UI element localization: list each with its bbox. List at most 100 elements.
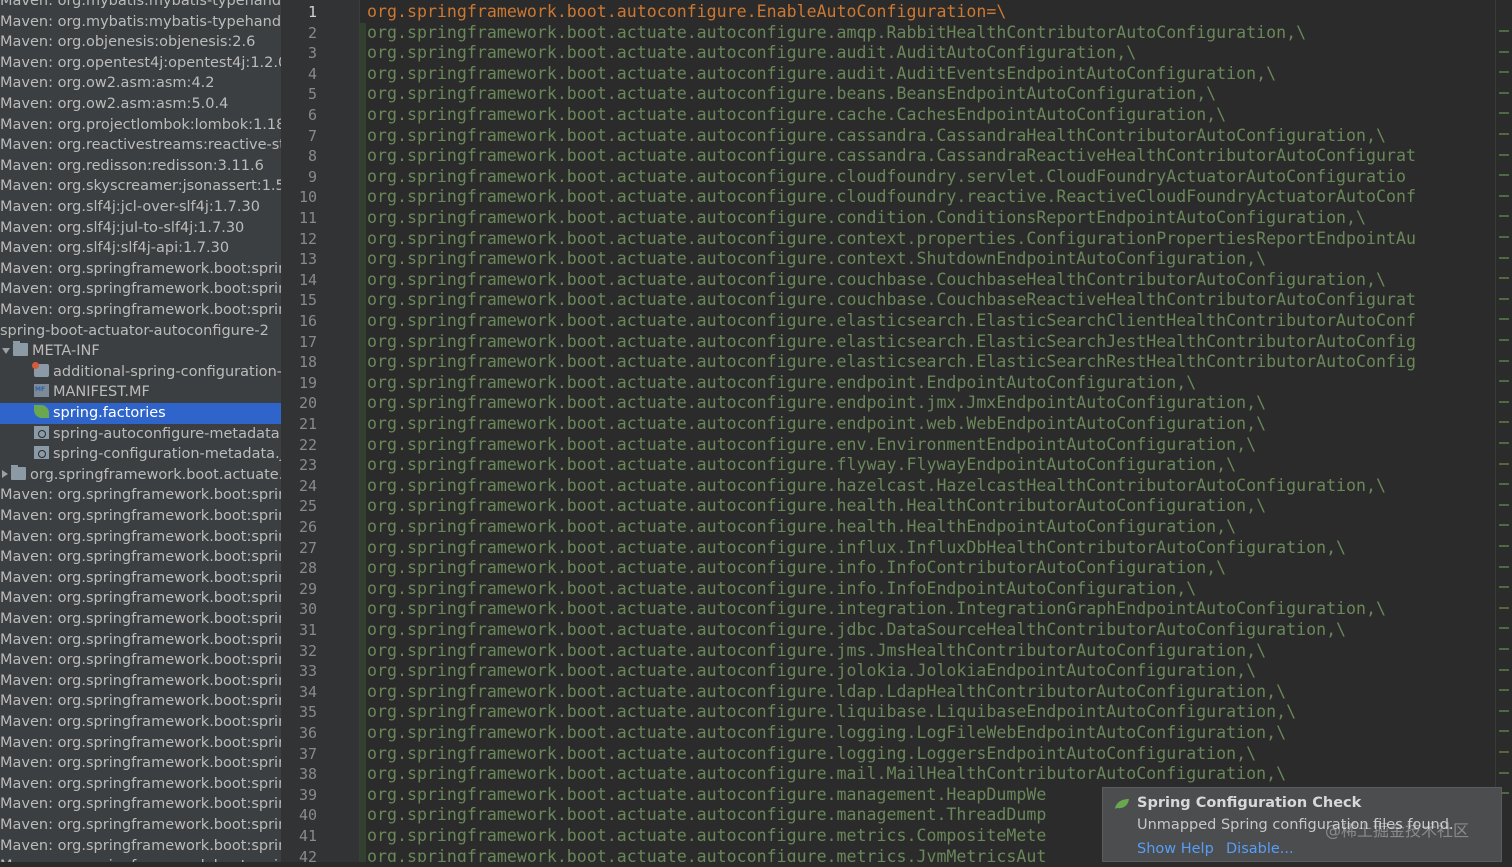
stripe-marker[interactable] — [1499, 606, 1509, 609]
code-line[interactable]: org.springframework.boot.actuate.autocon… — [360, 311, 1495, 332]
stripe-marker[interactable] — [1499, 709, 1509, 712]
code-line[interactable]: org.springframework.boot.actuate.autocon… — [360, 681, 1495, 703]
tree-item[interactable]: Maven: org.slf4j:jul-to-slf4j:1.7.30 — [0, 218, 281, 239]
code-line[interactable]: org.springframework.boot.actuate.autocon… — [360, 166, 1495, 188]
disable-link[interactable]: Disable... — [1226, 841, 1294, 857]
code-line[interactable]: org.springframework.boot.autoconfigure.E… — [360, 2, 1495, 23]
code-line[interactable]: org.springframework.boot.actuate.autocon… — [360, 187, 1495, 208]
stripe-marker[interactable] — [1499, 400, 1509, 403]
tree-item[interactable]: Maven: org.springframework.boot:spring- — [0, 650, 281, 671]
tree-item[interactable]: Maven: org.springframework.boot:spring- — [0, 671, 281, 692]
stripe-marker[interactable] — [1499, 174, 1509, 177]
tree-item[interactable]: Maven: org.springframework.boot:spring- — [0, 609, 281, 630]
tree-item[interactable]: Maven: org.springframework.boot:spring- — [0, 836, 281, 857]
tree-item[interactable]: Maven: org.springframework.boot:spring- — [0, 774, 281, 795]
stripe-marker[interactable] — [1499, 215, 1509, 218]
stripe-marker[interactable] — [1499, 112, 1509, 115]
stripe-marker[interactable] — [1499, 236, 1509, 238]
stripe-marker[interactable] — [1499, 133, 1509, 135]
stripe-marker[interactable] — [1499, 524, 1509, 527]
tree-item[interactable]: Maven: org.springframework.boot:spring- — [0, 691, 281, 712]
tree-item[interactable]: spring.factories — [0, 403, 281, 424]
tree-item[interactable]: spring-boot-actuator-autoconfigure-2 — [0, 321, 281, 342]
tree-item[interactable]: org.springframework.boot.actuate.au — [0, 464, 281, 486]
tree-item[interactable]: Maven: org.springframework.boot:spring- — [0, 588, 281, 609]
stripe-marker[interactable] — [1499, 318, 1509, 321]
tree-item[interactable]: Maven: org.springframework.boot:spring- — [0, 300, 281, 321]
code-line[interactable]: org.springframework.boot.actuate.autocon… — [360, 414, 1495, 435]
tree-item[interactable]: additional-spring-configuration- — [0, 361, 281, 383]
code-line[interactable]: org.springframework.boot.actuate.autocon… — [360, 558, 1495, 579]
tree-item[interactable]: Maven: org.mybatis:mybatis-typehandlers — [0, 12, 281, 33]
code-line[interactable]: org.springframework.boot.actuate.autocon… — [360, 537, 1495, 559]
code-line[interactable]: org.springframework.boot.actuate.autocon… — [360, 372, 1495, 394]
code-line[interactable]: org.springframework.boot.actuate.autocon… — [360, 434, 1495, 456]
tree-item[interactable]: Maven: org.springframework.boot:spring- — [0, 733, 281, 754]
code-line[interactable]: org.springframework.boot.actuate.autocon… — [360, 125, 1495, 147]
code-line[interactable]: org.springframework.boot.actuate.autocon… — [360, 352, 1495, 373]
code-line[interactable]: org.springframework.boot.actuate.autocon… — [360, 208, 1495, 229]
code-line[interactable]: org.springframework.boot.actuate.autocon… — [360, 723, 1495, 744]
stripe-marker[interactable] — [1499, 668, 1509, 671]
tree-item[interactable]: Maven: org.skyscreamer:jsonassert:1.5.0 — [0, 176, 281, 197]
tree-item[interactable]: META-INF — [0, 341, 281, 362]
tree-item[interactable]: Maven: org.springframework.boot:spring- — [0, 568, 281, 589]
code-line[interactable]: org.springframework.boot.actuate.autocon… — [360, 22, 1495, 44]
show-help-link[interactable]: Show Help — [1137, 841, 1214, 857]
tree-item[interactable]: spring-configuration-metadata.js — [0, 444, 281, 465]
tree-item[interactable]: Maven: org.springframework.boot:spring- — [0, 815, 281, 836]
code-line[interactable]: org.springframework.boot.actuate.autocon… — [360, 599, 1495, 620]
tree-item[interactable]: spring-autoconfigure-metadata.p — [0, 424, 281, 445]
tree-item[interactable]: Maven: org.objenesis:objenesis:2.6 — [0, 32, 281, 53]
tree-item[interactable]: Maven: org.springframework.boot:spring- — [0, 753, 281, 774]
tree-item[interactable]: Maven: org.springframework.boot:spring- — [0, 506, 281, 527]
stripe-marker[interactable] — [1499, 71, 1509, 74]
stripe-marker[interactable] — [1499, 503, 1509, 506]
tree-item[interactable]: Maven: org.springframework.boot:spring- — [0, 856, 281, 862]
stripe-marker[interactable] — [1499, 359, 1509, 362]
stripe-marker[interactable] — [1499, 462, 1509, 465]
tree-item[interactable]: Maven: org.redisson:redisson:3.11.6 — [0, 156, 281, 177]
stripe-marker[interactable] — [1499, 30, 1509, 32]
stripe-marker[interactable] — [1499, 297, 1509, 300]
code-line[interactable]: org.springframework.boot.actuate.autocon… — [360, 43, 1495, 64]
stripe-marker[interactable] — [1499, 153, 1509, 156]
tree-item[interactable]: Maven: org.springframework.boot:spring- — [0, 527, 281, 548]
code-line[interactable]: org.springframework.boot.actuate.autocon… — [360, 331, 1495, 353]
stripe-marker[interactable] — [1499, 339, 1509, 341]
stripe-marker[interactable] — [1499, 277, 1509, 280]
code-line[interactable]: org.springframework.boot.actuate.autocon… — [360, 743, 1495, 765]
tree-item[interactable]: Maven: org.opentest4j:opentest4j:1.2.0 — [0, 53, 281, 74]
spring-config-notification[interactable]: Spring Configuration Check Unmapped Spri… — [1102, 787, 1502, 862]
code-line[interactable]: org.springframework.boot.actuate.autocon… — [360, 290, 1495, 311]
expanded-arrow-icon[interactable] — [2, 348, 10, 355]
tree-item[interactable]: Maven: org.springframework.boot:spring- — [0, 547, 281, 568]
code-line[interactable]: org.springframework.boot.actuate.autocon… — [360, 105, 1495, 126]
code-line[interactable]: org.springframework.boot.actuate.autocon… — [360, 764, 1495, 785]
stripe-marker[interactable] — [1499, 627, 1509, 630]
stripe-marker[interactable] — [1499, 545, 1509, 547]
stripe-marker[interactable] — [1499, 380, 1509, 383]
stripe-marker[interactable] — [1499, 50, 1509, 53]
stripe-marker[interactable] — [1499, 442, 1509, 444]
code-line[interactable]: org.springframework.boot.actuate.autocon… — [360, 393, 1495, 414]
code-line[interactable]: org.springframework.boot.actuate.autocon… — [360, 496, 1495, 517]
code-line[interactable]: org.springframework.boot.actuate.autocon… — [360, 702, 1495, 723]
code-editor[interactable]: org.springframework.boot.autoconfigure.E… — [360, 0, 1495, 862]
stripe-marker[interactable] — [1499, 648, 1509, 650]
tree-item[interactable]: Maven: org.mybatis:mybatis-typehandlers-… — [0, 0, 281, 12]
tree-item[interactable]: Maven: org.ow2.asm:asm:4.2 — [0, 73, 281, 94]
stripe-marker[interactable] — [1499, 751, 1509, 753]
tree-item[interactable]: Maven: org.springframework.boot:spring- — [0, 485, 281, 506]
tree-item[interactable]: Maven: org.springframework.boot:spring- — [0, 259, 281, 280]
code-line[interactable]: org.springframework.boot.actuate.autocon… — [360, 269, 1495, 291]
stripe-marker[interactable] — [1499, 91, 1509, 94]
tree-item[interactable]: Maven: org.springframework.boot:spring- — [0, 794, 281, 815]
tree-item[interactable]: Maven: org.reactivestreams:reactive-stre… — [0, 135, 281, 156]
tree-item[interactable]: Maven: org.slf4j:slf4j-api:1.7.30 — [0, 238, 281, 259]
tree-item[interactable]: Maven: org.springframework.boot:spring- — [0, 630, 281, 651]
code-line[interactable]: org.springframework.boot.actuate.autocon… — [360, 63, 1495, 85]
stripe-marker[interactable] — [1499, 256, 1509, 259]
tree-item[interactable]: Maven: org.springframework.boot:spring- — [0, 712, 281, 733]
error-stripe-scrollbar[interactable] — [1495, 0, 1512, 862]
